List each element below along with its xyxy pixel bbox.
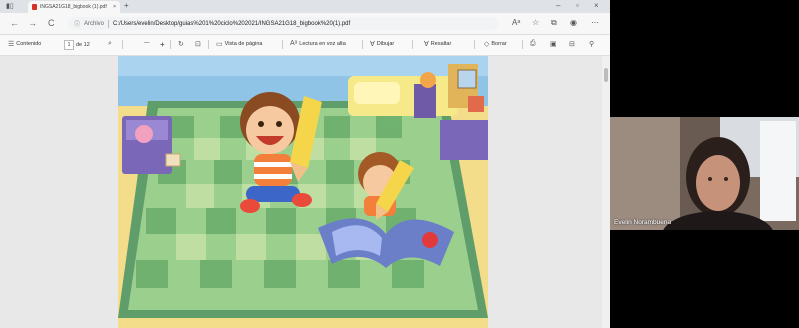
read-aloud-button[interactable]: Aᵃ Lectura en voz alta (290, 40, 346, 47)
more-menu-icon[interactable]: ⋯ (591, 18, 599, 27)
url-field[interactable]: ⓘ Archivo C:/Users/evelin/Desktop/guias%… (68, 17, 498, 30)
toolbar-divider (522, 40, 523, 49)
favorite-star-icon[interactable]: ☆ (532, 18, 539, 27)
pdf-viewer-area[interactable] (0, 56, 610, 328)
page-number-input[interactable]: 1 (64, 40, 74, 50)
contents-label: Contenido (16, 41, 42, 47)
highlight-icon: ∀ (424, 41, 429, 48)
children-bedroom-illustration (118, 56, 488, 328)
toolbar-divider (412, 40, 413, 49)
erase-button[interactable]: ◇ Borrar (484, 40, 507, 48)
toolbar-divider (362, 40, 363, 49)
contents-button[interactable]: ☰ Contenido (8, 40, 41, 48)
browser-window: ▮▯ INGSA21G18_bigbook (1).pdf × + – ▫ × … (0, 0, 610, 328)
pdf-page (118, 56, 488, 328)
page-total-label: de 12 (76, 42, 90, 48)
read-aloud-icon: Aᵃ (290, 40, 298, 47)
draw-label: Dibujar (376, 41, 395, 47)
fit-page-icon[interactable]: ⊡ (195, 40, 201, 48)
toolbar-divider (474, 40, 475, 49)
zoom-out-button[interactable]: — (144, 40, 150, 46)
pdf-toolbar: ☰ Contenido 1 de 12 ⌕ — + ↻ ⊡ ▭ Vista de… (0, 35, 610, 56)
tab-pdf[interactable]: INGSA21G18_bigbook (1).pdf × (28, 1, 120, 13)
toolbar-divider (282, 40, 283, 49)
zoom-in-button[interactable]: + (160, 40, 165, 49)
draw-icon: ∀ (370, 41, 375, 48)
profile-avatar-icon[interactable]: ◉ (570, 18, 577, 27)
highlight-button[interactable]: ∀ Resaltar (424, 40, 451, 48)
page-view-icon: ▭ (216, 41, 223, 48)
participant-video-tile (610, 117, 799, 230)
read-mode-icon[interactable]: Aᵃ (512, 18, 520, 27)
page-indicator: 1 de 12 (64, 40, 90, 50)
tab-close-icon[interactable]: × (113, 4, 116, 10)
file-scheme-label: Archivo (84, 20, 105, 27)
find-icon[interactable]: ⌕ (108, 40, 112, 48)
tab-actions-icon[interactable]: ▮▯ (6, 2, 14, 10)
page-view-button[interactable]: ▭ Vista de página (216, 40, 262, 48)
vertical-scrollbar[interactable] (602, 56, 610, 328)
new-tab-button[interactable]: + (124, 1, 129, 10)
list-icon: ☰ (8, 41, 15, 48)
read-aloud-label: Lectura en voz alta (299, 40, 346, 47)
forward-button[interactable]: → (28, 18, 37, 28)
url-text: C:/Users/evelin/Desktop/guias%201%20cicl… (113, 20, 351, 27)
page-view-label: Vista de página (224, 41, 263, 47)
participant-video-feed (610, 117, 799, 230)
toolbar-divider (170, 40, 171, 49)
reload-button[interactable]: C (48, 18, 55, 28)
save-as-icon[interactable]: ⊟ (569, 40, 575, 48)
save-icon[interactable]: ▣ (550, 40, 557, 48)
back-button[interactable]: ← (10, 18, 19, 28)
pin-toolbar-icon[interactable]: ⚲ (589, 40, 594, 48)
collections-icon[interactable]: ⧉ (551, 18, 557, 28)
draw-button[interactable]: ∀ Dibujar (370, 40, 394, 48)
rotate-icon[interactable]: ↻ (178, 40, 184, 48)
highlight-label: Resaltar (430, 41, 452, 47)
url-divider (108, 19, 110, 28)
tab-title: INGSA21G18_bigbook (1).pdf (40, 4, 107, 10)
info-icon: ⓘ (74, 22, 81, 28)
toolbar-divider (122, 40, 123, 49)
address-bar: ← → C ⓘ Archivo C:/Users/evelin/Desktop/… (0, 13, 610, 35)
tab-bar: ▮▯ INGSA21G18_bigbook (1).pdf × + – ▫ × (0, 0, 610, 13)
print-icon[interactable]: ⎙ (530, 40, 536, 48)
maximize-button[interactable]: ▫ (576, 1, 579, 10)
close-window-button[interactable]: × (594, 1, 599, 10)
pdf-icon (32, 4, 37, 10)
toolbar-divider (208, 40, 209, 49)
eraser-icon: ◇ (484, 41, 490, 48)
minimize-button[interactable]: – (556, 1, 560, 10)
erase-label: Borrar (491, 41, 507, 47)
participant-name-label: Evelin Norambuena (614, 219, 672, 226)
scrollbar-thumb[interactable] (604, 68, 608, 82)
